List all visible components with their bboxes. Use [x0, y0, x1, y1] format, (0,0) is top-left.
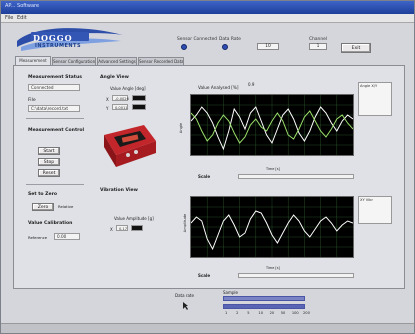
channel-input[interactable]: 1 [309, 43, 327, 50]
status-readout: Connected [28, 84, 80, 91]
slider-tick-label: 2 [236, 311, 239, 315]
menu-bar: File Edit [1, 14, 414, 23]
brand-logo: DOGGO INSTRUMENTS [15, 27, 125, 53]
start-button[interactable]: Start [38, 147, 60, 155]
reset-button[interactable]: Reset [38, 169, 60, 177]
angle-chart-plot [191, 95, 353, 155]
data-rate-led [222, 44, 228, 50]
window-title: AP... Software [5, 3, 40, 9]
angle-x-readout: -0.0026 [112, 95, 129, 101]
sensor-connected-label: Sensor Connected [177, 37, 218, 42]
vibration-x-bar [131, 225, 143, 231]
vibration-x-label: X [110, 227, 113, 232]
title-bar[interactable]: AP... Software [1, 1, 414, 14]
sample-slider-upper[interactable] [223, 296, 305, 301]
status-bar [1, 323, 414, 333]
slider-tick-label: 50 [280, 311, 286, 315]
separator [26, 184, 84, 185]
sample-slider[interactable] [223, 304, 305, 309]
value-calibration-title: Value Calibration [28, 221, 73, 226]
tab-measurement[interactable]: Measurement [15, 56, 51, 65]
vibration-chart-plot [191, 197, 353, 257]
vibration-x-readout: 0.17 [116, 225, 128, 231]
data-rate-label: Data Rate [219, 37, 241, 42]
calibration-input[interactable]: 0.00 [54, 233, 80, 240]
brand-subtitle: INSTRUMENTS [35, 43, 82, 49]
zero-button[interactable]: Zero [32, 203, 54, 211]
top-chart-scale-label: Scale [198, 174, 211, 179]
bottom-chart-scrollbar[interactable] [238, 273, 354, 278]
bottom-chart-xlabel: Time [s] [266, 266, 280, 270]
angle-x-label: X [106, 97, 109, 102]
bottom-chart-ylabel: Amplitude [183, 213, 188, 233]
tab-sensor-configuration[interactable]: Sensor Configuration [52, 57, 96, 65]
stop-button[interactable]: Stop [38, 158, 60, 166]
top-chart-legend: Angle X/Y [358, 82, 392, 116]
vibration-view-title: Vibration View [100, 188, 138, 193]
angle-view-title: Angle View [100, 75, 129, 80]
angle-y-readout: 0.0011 [112, 104, 128, 110]
menu-item-edit[interactable]: Edit [17, 15, 27, 21]
bottom-chart-legend: XY Vibr [358, 196, 392, 224]
tab-advanced-settings[interactable]: Advanced Settings [97, 57, 137, 65]
angle-indicator-label: Value Angle [deg] [110, 86, 146, 91]
slider-tick-label: 10 [258, 311, 263, 315]
measurement-status-title: Measurement Status [28, 75, 82, 80]
angle-chart[interactable] [190, 94, 354, 156]
data-rate-indicator-label: Data rate [175, 293, 194, 298]
vibration-indicator-label: Value Amplitude [g] [114, 216, 154, 221]
tab-sensor-recorded-data[interactable]: Sensor Recorded Data [138, 57, 184, 65]
angle-x-bar [132, 95, 146, 101]
brand-name: DOGGO [33, 33, 73, 43]
menu-item-file[interactable]: File [5, 15, 13, 21]
calibration-label: Reference [28, 235, 48, 240]
sample-slider-label: Sample [223, 290, 238, 295]
angle-y-bar [132, 104, 146, 110]
bottom-chart-scale-label: Scale [198, 273, 211, 278]
channel-label: Channel [309, 37, 328, 42]
bottom-legend-title: XY Vibr [360, 198, 373, 202]
top-chart-scrollbar[interactable] [238, 174, 354, 179]
set-zero-title: Set to Zero [28, 192, 58, 197]
slider-tick-label: 100 [291, 311, 299, 315]
angle-y-label: Y [106, 106, 109, 111]
top-chart-xlabel: Time [s] [266, 167, 280, 171]
separator [26, 118, 84, 119]
pointer-icon [183, 302, 188, 310]
file-readout: C:\data\record.txt [28, 105, 80, 112]
measurement-control-title: Measurement Control [28, 128, 85, 133]
top-chart-title: Value Analysed [%] [198, 85, 239, 90]
data-rate-input[interactable]: 10 [257, 43, 279, 50]
slider-tick-label: 5 [247, 311, 250, 315]
file-label: File [28, 98, 36, 103]
top-legend-title: Angle X/Y [360, 84, 378, 88]
slider-tick-label: 20 [269, 311, 275, 315]
exit-button[interactable]: Exit [341, 43, 371, 53]
slider-tick-label: 200 [303, 311, 310, 315]
top-chart-badge: 0.9 [248, 82, 255, 87]
top-chart-ylabel: Angle [179, 122, 184, 134]
measurement-panel: Measurement Status Connected File C:\dat… [13, 65, 405, 289]
zero-mode-label: Relative [58, 204, 74, 209]
app-window: AP... Software File Edit DOGGO INSTRUMEN… [0, 0, 415, 334]
vibration-chart[interactable] [190, 196, 354, 258]
sensor-device-image [104, 125, 156, 167]
sensor-connected-led [181, 44, 187, 50]
slider-tick-label: 1 [225, 311, 228, 315]
